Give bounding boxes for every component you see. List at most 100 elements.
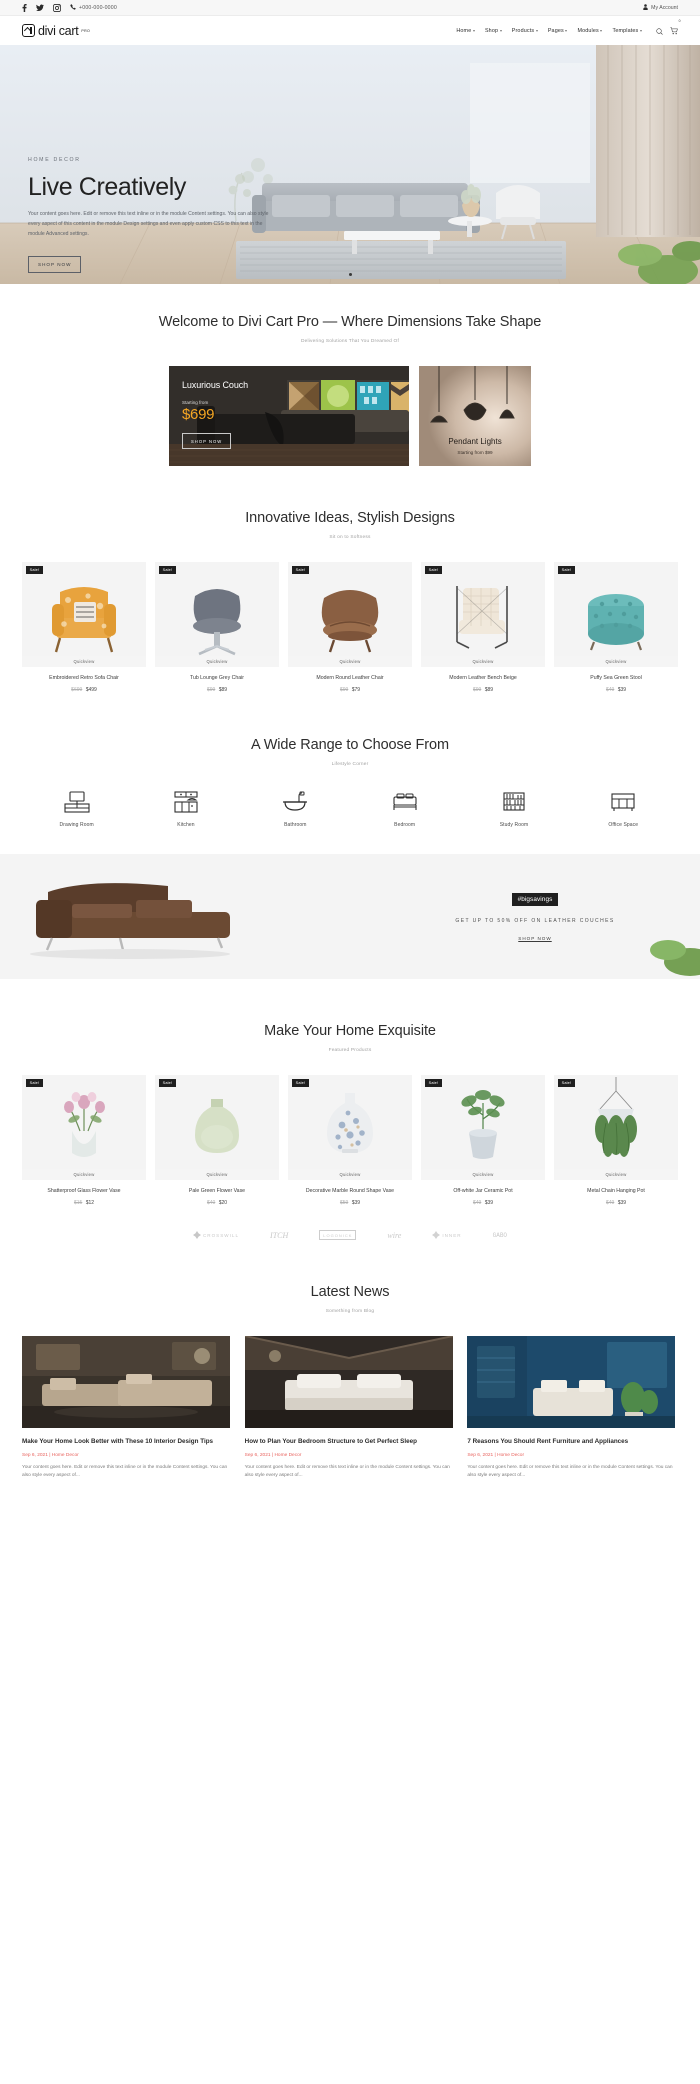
blog-post-excerpt: Your content goes here. Edit or remove t… — [22, 1464, 228, 1479]
phone-number[interactable]: +000-000-0000 — [70, 3, 117, 12]
product-name: Decorative Marble Round Shape Vase — [305, 1188, 395, 1195]
sale-badge: Sale! — [425, 1079, 442, 1088]
product-image[interactable]: Sale! Quickview — [554, 562, 678, 667]
price-sale: $12 — [85, 1200, 95, 1207]
savings-shop-now-link[interactable]: SHOP NOW — [518, 936, 551, 941]
product-card[interactable]: Sale! Quickview Pale Green Flower Vase $… — [155, 1075, 279, 1206]
nav-item-modules[interactable]: Modules — [577, 28, 603, 34]
product-card[interactable]: Sale! — [554, 1075, 678, 1206]
category-label: Bedroom — [394, 822, 416, 829]
living-room-sofa-image — [22, 1336, 230, 1429]
cart-button[interactable]: 0 — [670, 19, 681, 40]
brand-logo-logonick: LOGONICK — [319, 1230, 357, 1241]
inner-mark-icon — [432, 1231, 441, 1240]
blog-post-title[interactable]: Make Your Home Look Better with These 10… — [22, 1437, 233, 1446]
blog-post-image[interactable] — [467, 1336, 678, 1429]
categories-title: A Wide Range to Choose From — [251, 737, 449, 754]
product-card[interactable]: Sale! Quickview Decorative Marble Round … — [288, 1075, 412, 1206]
hero-slider-dots[interactable] — [0, 273, 700, 276]
savings-headline: GET UP TO 50% OFF ON LEATHER COUCHES — [455, 917, 615, 924]
blog-post-image[interactable] — [244, 1336, 456, 1429]
featured-heading-group: Make Your Home Exquisite Featured Produc… — [22, 1023, 678, 1053]
search-icon[interactable] — [656, 22, 663, 40]
ideas-subtitle: Sit on to Softness — [329, 535, 371, 540]
product-image[interactable]: Sale! Quickview — [155, 1075, 279, 1181]
product-card[interactable]: Sale! Quickview Shatterproof Glass Flowe… — [22, 1075, 146, 1206]
product-card[interactable]: Sale! Quickview Modern Leather Bench Bei… — [421, 562, 545, 693]
quickview-button[interactable]: Quickview — [288, 656, 412, 667]
blog-post-card[interactable]: Make Your Home Look Better with These 10… — [22, 1336, 233, 1481]
category-item-bathroom[interactable]: Bathroom — [241, 791, 350, 828]
quickview-button[interactable]: Quickview — [155, 1169, 279, 1181]
sale-badge: Sale! — [558, 566, 575, 575]
brand-logo-strip: CROSSWILL ITCH LOGONICK wire INNER GABO — [22, 1230, 678, 1241]
product-price: $49 $39 — [421, 1200, 545, 1206]
category-item-office-space[interactable]: Office Space — [569, 791, 678, 828]
instagram-icon[interactable] — [53, 3, 61, 12]
sale-badge: Sale! — [558, 1079, 575, 1088]
price-sale: $39 — [484, 1200, 494, 1207]
promo-couch-shop-now-button[interactable]: SHOP NOW — [182, 433, 232, 449]
nav-item-shop[interactable]: Shop — [485, 28, 502, 34]
my-account-link[interactable]: My Account — [643, 3, 678, 12]
product-card[interactable]: Sale! Quickview Puffy Sea Green Stool $4… — [554, 562, 678, 693]
blog-post-list: Make Your Home Look Better with These 10… — [22, 1336, 678, 1481]
blog-post-card[interactable]: How to Plan Your Bedroom Structure to Ge… — [244, 1336, 456, 1481]
news-section: Latest News Something from Blog Make You… — [0, 1284, 700, 1497]
product-image[interactable]: Sale! Quickview — [155, 562, 279, 667]
product-name: Metal Chain Hanging Pot — [587, 1188, 645, 1195]
promo-card-pendant-lights[interactable]: Pendant Lights Starting from $99 — [419, 366, 531, 466]
nav-item-templates[interactable]: Templates — [612, 28, 642, 34]
product-image[interactable]: Sale! Quickview — [554, 1075, 678, 1181]
blog-post-title[interactable]: 7 Reasons You Should Rent Furniture and … — [467, 1437, 678, 1446]
slider-dot[interactable] — [348, 273, 352, 276]
category-item-drawing-room[interactable]: Drawing Room — [22, 791, 131, 828]
price-sale: $499 — [85, 687, 97, 694]
quickview-button[interactable]: Quickview — [22, 656, 146, 667]
promo-card-luxurious-couch[interactable]: Luxurious Couch Starting from $699 SHOP … — [169, 366, 409, 466]
retro-sofa-chair-image — [34, 562, 134, 667]
sale-badge: Sale! — [159, 566, 176, 575]
glass-flower-vase-image — [34, 1075, 134, 1181]
promo-couch-price: $699 — [182, 406, 215, 423]
blog-post-title[interactable]: How to Plan Your Bedroom Structure to Ge… — [245, 1437, 456, 1446]
product-price: $40 $20 — [155, 1200, 279, 1206]
product-image[interactable]: Sale! Quickview — [22, 1075, 146, 1181]
quickview-button[interactable]: Quickview — [22, 1169, 146, 1181]
site-logo[interactable]: divi cart PRO — [22, 24, 90, 38]
nav-item-home[interactable]: Home — [456, 28, 475, 34]
product-image[interactable]: Sale! Quickview — [421, 562, 545, 667]
featured-section: Make Your Home Exquisite Featured Produc… — [0, 1023, 700, 1241]
blog-post-card[interactable]: 7 Reasons You Should Rent Furniture and … — [467, 1336, 678, 1481]
product-image[interactable]: Sale! Quickview — [421, 1075, 545, 1181]
quickview-button[interactable]: Quickview — [421, 656, 545, 667]
site-header: divi cart PRO Home Shop Products Pages M… — [0, 16, 700, 45]
blog-post-image[interactable] — [22, 1336, 233, 1429]
category-item-bedroom[interactable]: Bedroom — [350, 791, 459, 828]
category-item-study-room[interactable]: Study Room — [459, 791, 568, 828]
nav-label: Templates — [612, 27, 639, 34]
quickview-button[interactable]: Quickview — [421, 1169, 545, 1181]
product-image[interactable]: Sale! Quickview — [288, 562, 412, 667]
price-original: $59 — [339, 1200, 349, 1207]
quickview-button[interactable]: Quickview — [554, 1169, 678, 1181]
offwhite-ceramic-pot-image — [433, 1075, 533, 1181]
product-card[interactable]: Sale! Quickview Embroidered Retro Sofa C… — [22, 562, 146, 693]
product-image[interactable]: Sale! Quickview — [22, 562, 146, 667]
hero-shop-now-button[interactable]: SHOP NOW — [28, 256, 82, 274]
product-card[interactable]: Sale! — [421, 1075, 545, 1206]
big-savings-banner: #bigsavings GET UP TO 50% OFF ON LEATHER… — [0, 854, 700, 980]
product-card[interactable]: Sale! Quickview Tub Lounge Grey Chair $9… — [155, 562, 279, 693]
facebook-icon[interactable] — [22, 3, 27, 12]
nav-item-pages[interactable]: Pages — [548, 28, 568, 34]
twitter-icon[interactable] — [36, 4, 44, 12]
quickview-button[interactable]: Quickview — [155, 656, 279, 667]
attic-bedroom-image — [244, 1336, 453, 1429]
nav-item-products[interactable]: Products — [512, 28, 538, 34]
quickview-button[interactable]: Quickview — [554, 656, 678, 667]
product-card[interactable]: Sale! Quickview Modern Round Leather Cha… — [288, 562, 412, 693]
quickview-button[interactable]: Quickview — [288, 1169, 412, 1181]
sale-badge: Sale! — [425, 566, 442, 575]
category-item-kitchen[interactable]: Kitchen — [131, 791, 240, 828]
product-image[interactable]: Sale! Quickview — [288, 1075, 412, 1181]
